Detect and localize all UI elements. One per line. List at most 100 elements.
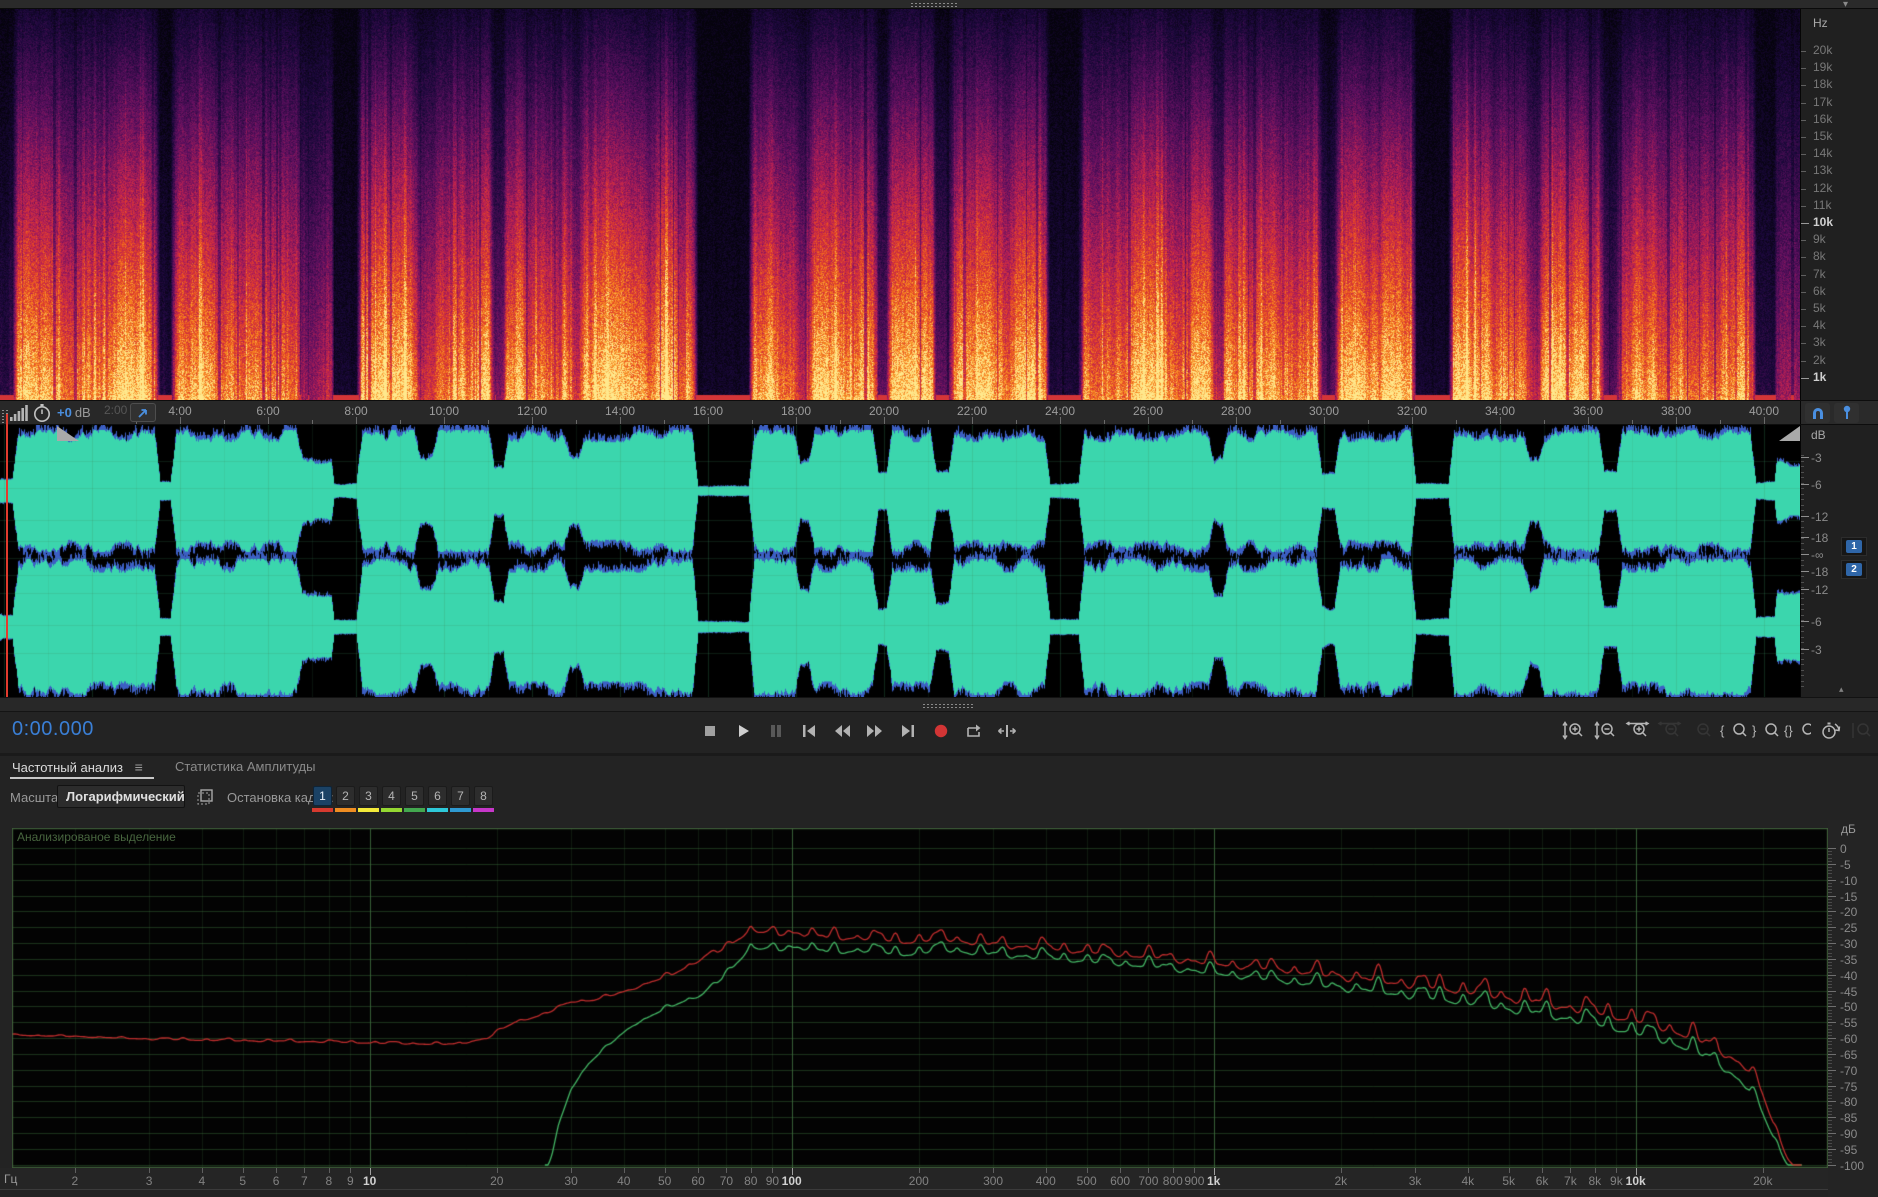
- timeline-corner: [1800, 401, 1878, 424]
- freq-axis-title: Гц: [4, 1173, 17, 1186]
- hz-ruler-tick: [1801, 257, 1806, 258]
- gain-readout[interactable]: +0: [57, 406, 72, 419]
- frame-hold-7: 7: [451, 786, 470, 806]
- transport-pause-button[interactable]: [764, 722, 788, 740]
- transport-skip-to-end-button[interactable]: [896, 722, 920, 740]
- analysis-db-tick: [1828, 1143, 1832, 1144]
- zoom-reset-button[interactable]: [1688, 721, 1715, 740]
- zoom-to-in-point-button[interactable]: {: [1720, 721, 1747, 740]
- db-ruler-label: -12: [1811, 510, 1828, 524]
- analysis-db-tick: [1828, 1117, 1836, 1118]
- time-display[interactable]: 0:00.000: [12, 717, 94, 741]
- transport-rewind-button[interactable]: [830, 722, 854, 740]
- zoom-out-amplitude-button[interactable]: [1592, 721, 1619, 740]
- analysis-freq-label: 9: [347, 1174, 354, 1188]
- transport-fast-forward-button[interactable]: [863, 722, 887, 740]
- frame-hold-button-6[interactable]: 6: [428, 786, 447, 806]
- waveform-canvas[interactable]: [0, 425, 1800, 697]
- timeline-label: 10:00: [429, 404, 459, 418]
- frame-hold-button-2[interactable]: 2: [336, 786, 355, 806]
- frame-hold-button-3[interactable]: 3: [359, 786, 378, 806]
- analysis-freq-tick: [1194, 1168, 1195, 1173]
- analysis-db-tick: [1828, 1048, 1832, 1049]
- hold-color-bar: [335, 808, 356, 812]
- transport-play-button[interactable]: [731, 722, 755, 740]
- frame-hold-button-1[interactable]: 1: [313, 786, 332, 806]
- timeline-tick: [1588, 417, 1589, 424]
- db-ruler-minor-tick: [1801, 527, 1804, 528]
- fold-triangle-left[interactable]: [57, 426, 79, 441]
- zoom-to-out-point-button[interactable]: }: [1752, 721, 1779, 740]
- scrollbar-up-arrow-icon[interactable]: ▴: [1839, 683, 1844, 696]
- analysis-db-tick: [1828, 943, 1836, 944]
- clock-icon[interactable]: [32, 403, 52, 423]
- zoom-to-selection-button[interactable]: {}: [1784, 721, 1811, 740]
- zoom-in-amplitude-button[interactable]: [1560, 721, 1587, 740]
- analysis-db-tick: [1828, 1095, 1832, 1096]
- frame-hold-button-5[interactable]: 5: [405, 786, 424, 806]
- top-resize-handle[interactable]: ▾: [0, 0, 1878, 9]
- db-ruler-minor-tick: [1801, 626, 1804, 627]
- zoom-in-time-button[interactable]: [1624, 721, 1651, 740]
- analysis-freq-ruler[interactable]: Гц 2345678910203040506070809010020030040…: [0, 1168, 1828, 1190]
- timeline-tick: [796, 417, 797, 424]
- panel-divider-handle[interactable]: [0, 697, 1878, 712]
- timeline-label: 12:00: [517, 404, 547, 418]
- fold-triangle-right[interactable]: [1779, 426, 1800, 441]
- auto-scroll-pin-button[interactable]: [130, 403, 156, 422]
- zoom-out-time-button[interactable]: [1656, 721, 1683, 740]
- transport-loop-playback-button[interactable]: [962, 722, 986, 740]
- timeline-ruler[interactable]: 4:006:008:0010:0012:0014:0016:0018:0020:…: [0, 400, 1878, 425]
- tab-frequency-analysis[interactable]: Частотный анализ ≡: [12, 759, 143, 775]
- spectrogram-frequency-ruler[interactable]: Hz 20k19k18k17k16k15k14k13k12k11k10k9k8k…: [1800, 9, 1878, 400]
- analysis-db-ruler[interactable]: дБ 0-5-10-15-20-25-30-35-40-45-50-55-60-…: [1828, 820, 1878, 1197]
- analysis-freq-tick: [698, 1168, 699, 1173]
- db-ruler-minor-tick: [1801, 675, 1804, 676]
- timeline-tick: [1500, 417, 1501, 424]
- transport-record-button[interactable]: [929, 722, 953, 740]
- db-ruler-tick: [1801, 649, 1809, 650]
- frame-hold-button-8[interactable]: 8: [474, 786, 493, 806]
- timeline-tick: [1544, 420, 1545, 424]
- hz-ruler-tick: [1801, 223, 1809, 224]
- frequency-plot-canvas[interactable]: [12, 828, 1828, 1168]
- panel-menu-icon[interactable]: ≡: [135, 759, 143, 775]
- db-ruler-minor-tick: [1801, 466, 1804, 467]
- timeline-tick: [972, 417, 973, 424]
- copy-settings-button[interactable]: [194, 787, 216, 807]
- spectrogram-canvas[interactable]: [0, 9, 1800, 400]
- frame-hold-button-4[interactable]: 4: [382, 786, 401, 806]
- scale-dropdown-value: Логарифмический: [58, 789, 185, 804]
- zoom-time-selection-button[interactable]: [1816, 721, 1843, 740]
- transport-stop-button[interactable]: [698, 722, 722, 740]
- magnet-button[interactable]: [1805, 403, 1830, 423]
- timeline-tick: [356, 417, 357, 424]
- timeline-label: 38:00: [1661, 404, 1691, 418]
- analysis-db-tick: [1828, 1013, 1832, 1014]
- channel-badge-number: 1: [1846, 540, 1862, 553]
- analysis-freq-label: 600: [1110, 1174, 1130, 1188]
- channel-badge-1[interactable]: 1: [1841, 537, 1867, 556]
- tab-amplitude-statistics[interactable]: Статистика Амплитуды: [175, 759, 315, 774]
- scale-dropdown[interactable]: Логарифмический: [57, 785, 185, 808]
- db-ruler-title: dB: [1811, 429, 1826, 442]
- playhead[interactable]: [6, 414, 8, 697]
- transport-skip-selection-button[interactable]: [995, 722, 1019, 740]
- analysis-db-tick: [1828, 1038, 1836, 1039]
- transport-skip-to-start-button[interactable]: [797, 722, 821, 740]
- timeline-tick: [1192, 420, 1193, 424]
- waveform-db-ruler[interactable]: dB ▴ -3-6-12-18-∞-18-12-6-312: [1800, 425, 1878, 697]
- analysis-freq-tick: [202, 1168, 203, 1173]
- analysis-freq-label: 200: [909, 1174, 929, 1188]
- channel-badge-2[interactable]: 2: [1841, 560, 1867, 579]
- db-ruler-minor-tick: [1801, 499, 1804, 500]
- analysis-freq-tick: [304, 1168, 305, 1173]
- analysis-db-tick: [1828, 949, 1832, 950]
- timeline-covered-label: 2:00: [104, 404, 127, 417]
- zoom-full-button[interactable]: [1848, 721, 1875, 740]
- frame-hold-button-7[interactable]: 7: [451, 786, 470, 806]
- level-meter-icon[interactable]: [10, 405, 29, 421]
- analysis-db-label: -15: [1840, 890, 1857, 904]
- analysis-db-label: -65: [1840, 1048, 1857, 1062]
- marker-pin-button[interactable]: [1834, 403, 1859, 423]
